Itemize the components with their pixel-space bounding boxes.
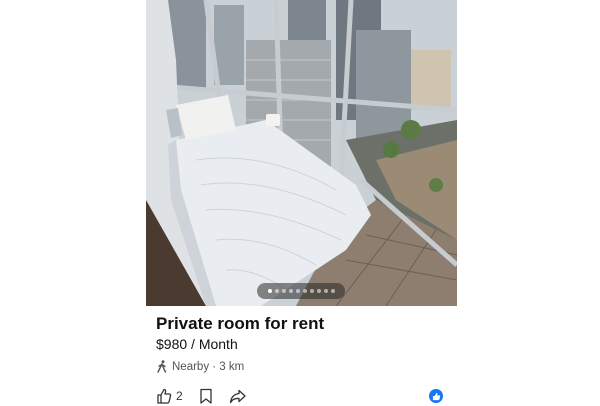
pagination-dot[interactable] [288,289,293,293]
listing-card[interactable]: Private room for rent $980 / Month Nearb… [146,0,457,404]
listing-photo[interactable] [146,0,457,306]
location-text: Nearby · 3 km [172,360,245,373]
image-pagination-dots[interactable] [257,283,345,299]
share-arrow-icon [229,389,246,403]
share-button[interactable] [229,389,246,404]
facebook-like-icon [429,389,443,403]
pagination-dot[interactable] [295,289,300,293]
room-photo-illustration [146,0,457,306]
pagination-dot[interactable] [281,289,286,293]
walking-person-icon [157,360,167,373]
reaction-thumb-glyph [432,392,440,400]
pagination-dot[interactable] [267,289,272,293]
pagination-dot[interactable] [302,289,307,293]
pagination-dot[interactable] [330,289,335,293]
like-count: 2 [176,389,183,403]
action-bar: 2 [156,386,262,406]
listing-price: $980 / Month [156,336,238,352]
pagination-dot[interactable] [274,289,279,293]
listing-location: Nearby · 3 km [156,360,244,373]
pagination-dot[interactable] [316,289,321,293]
listing-title[interactable]: Private room for rent [156,314,324,334]
pagination-dot[interactable] [323,289,328,293]
pagination-dot[interactable] [309,289,314,293]
